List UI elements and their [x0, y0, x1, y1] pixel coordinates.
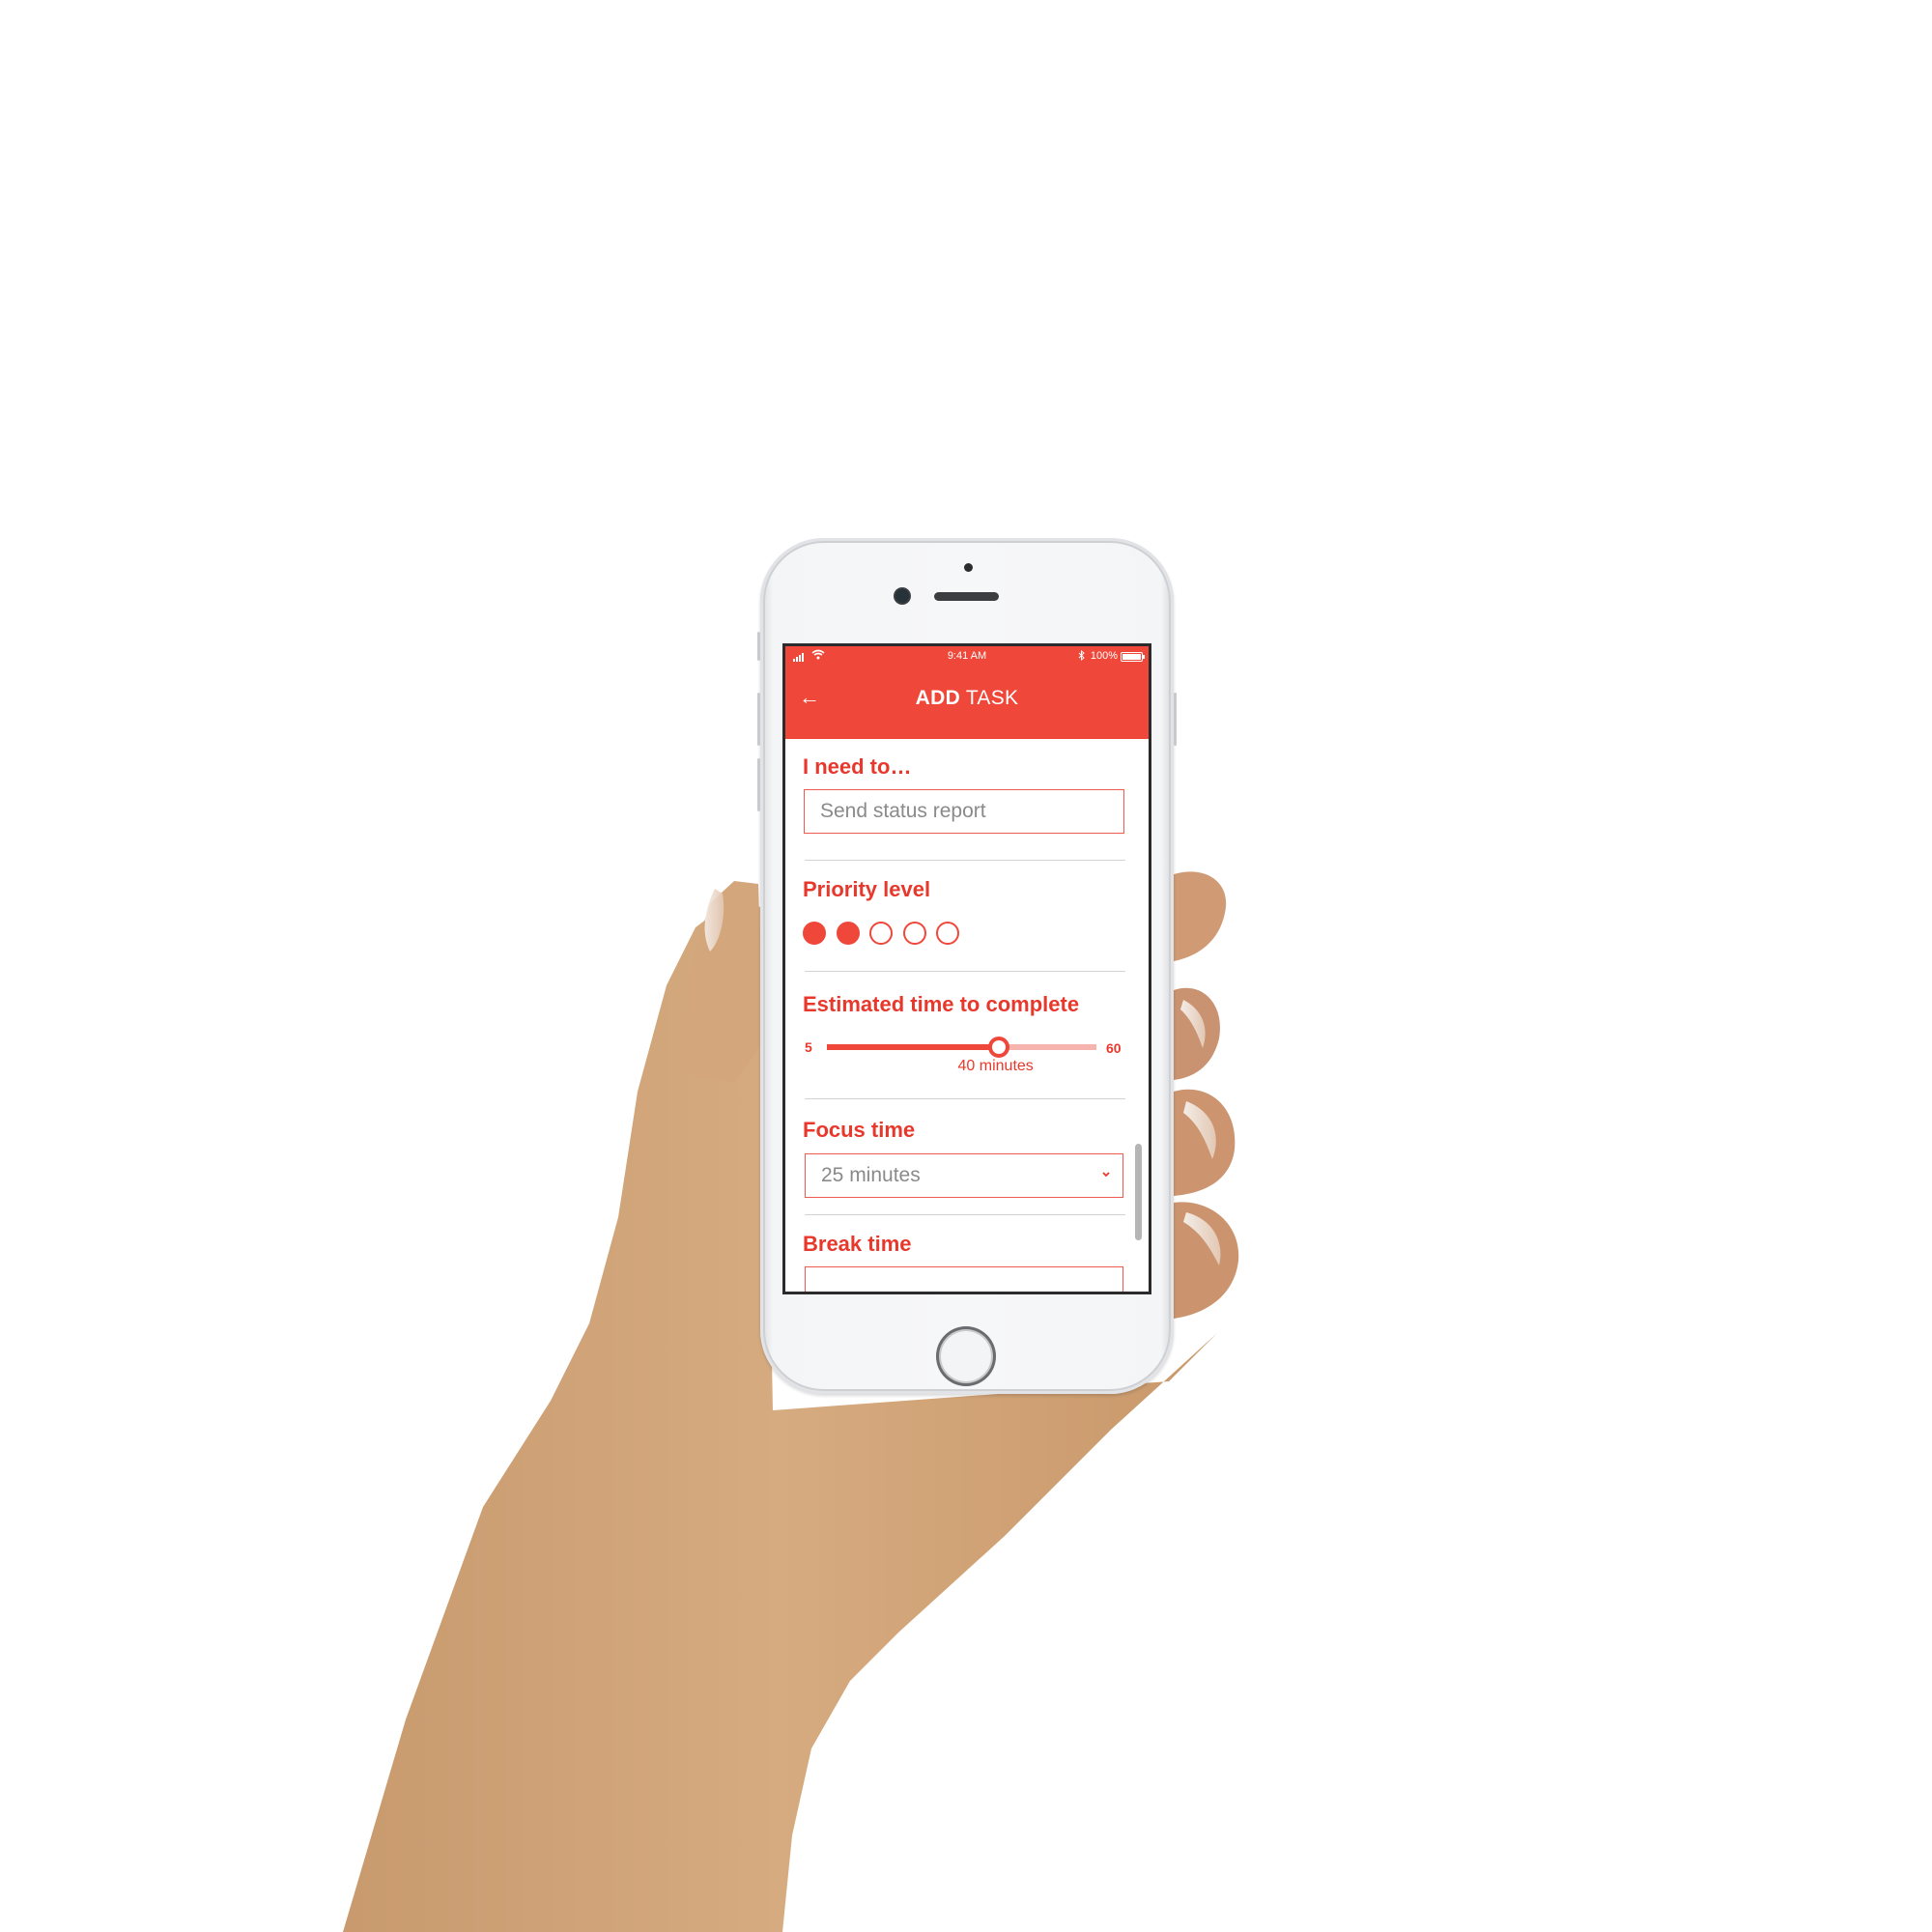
title-bold: ADD: [915, 687, 961, 709]
slider-track-remaining[interactable]: [998, 1044, 1096, 1050]
priority-label: Priority level: [803, 877, 931, 901]
focus-time-label: Focus time: [803, 1118, 916, 1142]
divider: [805, 1214, 1125, 1215]
slider-track-filled[interactable]: [827, 1044, 999, 1050]
break-time-select[interactable]: [805, 1266, 1123, 1292]
page-title: ADD TASK: [785, 687, 1149, 710]
finger-middle: [1174, 987, 1220, 1080]
task-label: I need to…: [803, 754, 912, 779]
slider-value-label: 40 minutes: [957, 1058, 1034, 1074]
volume-up-button: [757, 693, 760, 746]
app-header: 9:41 AM 100% ← ADD TASK: [785, 646, 1149, 739]
estimated-time-label: Estimated time to complete: [803, 992, 1080, 1016]
divider: [805, 971, 1125, 972]
proximity-sensor: [964, 563, 973, 572]
focus-time-value: 25 minutes: [821, 1164, 921, 1186]
power-button: [1174, 693, 1177, 746]
focus-time-select[interactable]: 25 minutes: [805, 1153, 1123, 1198]
front-camera: [895, 589, 909, 603]
priority-dot-5[interactable]: [936, 922, 959, 945]
battery-percent: 100%: [1090, 650, 1118, 662]
task-input[interactable]: Send status report: [804, 789, 1124, 834]
home-button[interactable]: [936, 1326, 996, 1386]
phone-screen: 9:41 AM 100% ← ADD TASK I need to… Send …: [782, 643, 1151, 1294]
priority-dot-1[interactable]: [803, 922, 826, 945]
mute-switch: [757, 632, 760, 661]
divider: [805, 1098, 1125, 1099]
scrollbar[interactable]: [1135, 1144, 1142, 1240]
bluetooth-icon: [1078, 649, 1085, 664]
status-bar: 9:41 AM 100%: [785, 646, 1149, 668]
break-time-label: Break time: [803, 1232, 912, 1256]
battery-icon: [1121, 652, 1145, 662]
finger-pinky: [1174, 1202, 1239, 1319]
priority-dot-4[interactable]: [902, 922, 926, 945]
finger-index: [1174, 871, 1227, 961]
priority-dot-3[interactable]: [869, 922, 893, 945]
title-regular: TASK: [960, 687, 1019, 709]
slider-min-label: 5: [805, 1039, 812, 1055]
time-slider-thumb[interactable]: [987, 1037, 1009, 1058]
divider: [805, 860, 1125, 861]
earpiece-speaker: [934, 592, 999, 601]
priority-dot-2[interactable]: [836, 922, 860, 945]
finger-ring: [1174, 1089, 1236, 1196]
chevron-down-icon: [1101, 1154, 1111, 1213]
volume-down-button: [757, 758, 760, 811]
slider-max-label: 60: [1106, 1040, 1122, 1056]
